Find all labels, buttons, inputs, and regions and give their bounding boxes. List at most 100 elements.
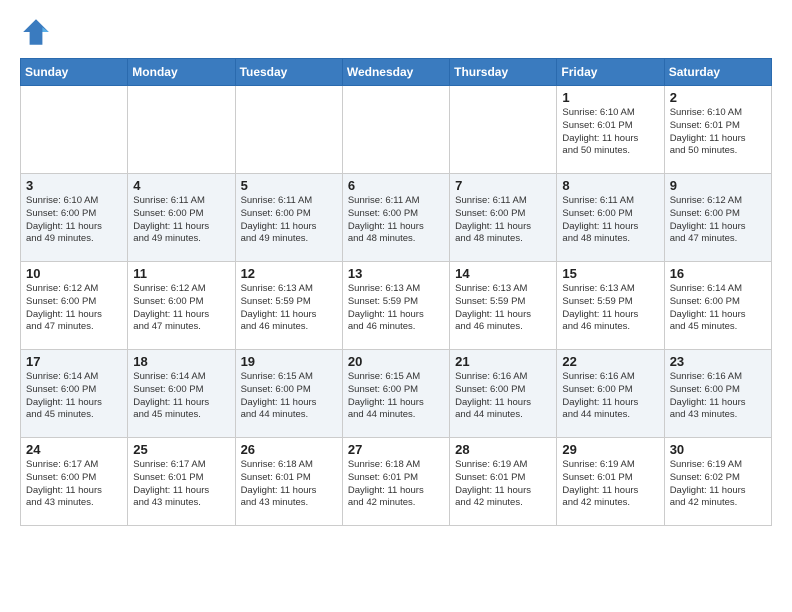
- day-info: Sunrise: 6:13 AM Sunset: 5:59 PM Dayligh…: [348, 283, 444, 334]
- day-info: Sunrise: 6:10 AM Sunset: 6:01 PM Dayligh…: [562, 107, 658, 158]
- day-number: 8: [562, 178, 658, 193]
- day-info: Sunrise: 6:19 AM Sunset: 6:02 PM Dayligh…: [670, 459, 766, 510]
- calendar-table: SundayMondayTuesdayWednesdayThursdayFrid…: [20, 58, 772, 526]
- weekday-header-row: SundayMondayTuesdayWednesdayThursdayFrid…: [21, 59, 772, 86]
- day-number: 30: [670, 442, 766, 457]
- weekday-header-tuesday: Tuesday: [235, 59, 342, 86]
- day-number: 18: [133, 354, 229, 369]
- weekday-header-wednesday: Wednesday: [342, 59, 449, 86]
- weekday-header-friday: Friday: [557, 59, 664, 86]
- page: SundayMondayTuesdayWednesdayThursdayFrid…: [0, 0, 792, 542]
- day-number: 25: [133, 442, 229, 457]
- day-info: Sunrise: 6:19 AM Sunset: 6:01 PM Dayligh…: [562, 459, 658, 510]
- day-info: Sunrise: 6:15 AM Sunset: 6:00 PM Dayligh…: [241, 371, 337, 422]
- day-number: 29: [562, 442, 658, 457]
- day-cell: [235, 86, 342, 174]
- day-cell: 5Sunrise: 6:11 AM Sunset: 6:00 PM Daylig…: [235, 174, 342, 262]
- day-cell: [21, 86, 128, 174]
- day-cell: [128, 86, 235, 174]
- week-row-3: 10 Sunrise: 6:12 AM Sunset: 6:00 PM Dayli…: [21, 262, 772, 350]
- day-info: Sunrise: 6:14 AM Sunset: 6:00 PM Dayligh…: [26, 371, 122, 422]
- day-cell: 10 Sunrise: 6:12 AM Sunset: 6:00 PM Dayli…: [21, 262, 128, 350]
- day-info: Sunrise: 6:11 AM Sunset: 6:00 PM Dayligh…: [455, 195, 551, 246]
- day-info: Sunrise: 6:19 AM Sunset: 6:01 PM Dayligh…: [455, 459, 551, 510]
- day-info: Sunrise: 6:14 AM Sunset: 6:00 PM Dayligh…: [133, 371, 229, 422]
- day-cell: 1 Sunrise: 6:10 AM Sunset: 6:01 PM Daylig…: [557, 86, 664, 174]
- day-number: 24: [26, 442, 122, 457]
- day-number: 17: [26, 354, 122, 369]
- day-cell: 25 Sunrise: 6:17 AM Sunset: 6:01 PM Dayli…: [128, 438, 235, 526]
- header: [20, 16, 772, 48]
- day-info: Sunrise: 6:16 AM Sunset: 6:00 PM Dayligh…: [670, 371, 766, 422]
- day-info: Sunrise: 6:11 AM Sunset: 6:00 PM Dayligh…: [562, 195, 658, 246]
- day-number: 6: [348, 178, 444, 193]
- day-number: 22: [562, 354, 658, 369]
- day-cell: 23 Sunrise: 6:16 AM Sunset: 6:00 PM Dayli…: [664, 350, 771, 438]
- day-number: 21: [455, 354, 551, 369]
- weekday-header-monday: Monday: [128, 59, 235, 86]
- day-number: 14: [455, 266, 551, 281]
- day-info: Sunrise: 6:10 AM Sunset: 6:00 PM Dayligh…: [26, 195, 122, 246]
- day-cell: 19 Sunrise: 6:15 AM Sunset: 6:00 PM Dayli…: [235, 350, 342, 438]
- day-cell: 6 Sunrise: 6:11 AM Sunset: 6:00 PM Daylig…: [342, 174, 449, 262]
- day-cell: 7 Sunrise: 6:11 AM Sunset: 6:00 PM Daylig…: [450, 174, 557, 262]
- week-row-1: 1 Sunrise: 6:10 AM Sunset: 6:01 PM Daylig…: [21, 86, 772, 174]
- day-cell: 22Sunrise: 6:16 AM Sunset: 6:00 PM Dayli…: [557, 350, 664, 438]
- day-cell: 16 Sunrise: 6:14 AM Sunset: 6:00 PM Dayli…: [664, 262, 771, 350]
- day-info: Sunrise: 6:18 AM Sunset: 6:01 PM Dayligh…: [241, 459, 337, 510]
- day-cell: 3 Sunrise: 6:10 AM Sunset: 6:00 PM Daylig…: [21, 174, 128, 262]
- day-number: 9: [670, 178, 766, 193]
- day-number: 23: [670, 354, 766, 369]
- day-info: Sunrise: 6:11 AM Sunset: 6:00 PM Dayligh…: [241, 195, 337, 246]
- day-number: 26: [241, 442, 337, 457]
- day-info: Sunrise: 6:12 AM Sunset: 6:00 PM Dayligh…: [133, 283, 229, 334]
- week-row-2: 3 Sunrise: 6:10 AM Sunset: 6:00 PM Daylig…: [21, 174, 772, 262]
- day-info: Sunrise: 6:12 AM Sunset: 6:00 PM Dayligh…: [26, 283, 122, 334]
- day-info: Sunrise: 6:13 AM Sunset: 5:59 PM Dayligh…: [241, 283, 337, 334]
- day-number: 12: [241, 266, 337, 281]
- day-cell: 29 Sunrise: 6:19 AM Sunset: 6:01 PM Dayli…: [557, 438, 664, 526]
- day-info: Sunrise: 6:11 AM Sunset: 6:00 PM Dayligh…: [348, 195, 444, 246]
- day-info: Sunrise: 6:14 AM Sunset: 6:00 PM Dayligh…: [670, 283, 766, 334]
- day-info: Sunrise: 6:17 AM Sunset: 6:01 PM Dayligh…: [133, 459, 229, 510]
- day-number: 1: [562, 90, 658, 105]
- day-number: 19: [241, 354, 337, 369]
- day-cell: 17 Sunrise: 6:14 AM Sunset: 6:00 PM Dayli…: [21, 350, 128, 438]
- day-number: 11: [133, 266, 229, 281]
- week-row-4: 17 Sunrise: 6:14 AM Sunset: 6:00 PM Dayli…: [21, 350, 772, 438]
- day-info: Sunrise: 6:13 AM Sunset: 5:59 PM Dayligh…: [455, 283, 551, 334]
- day-cell: 11 Sunrise: 6:12 AM Sunset: 6:00 PM Dayli…: [128, 262, 235, 350]
- day-cell: 9 Sunrise: 6:12 AM Sunset: 6:00 PM Daylig…: [664, 174, 771, 262]
- logo: [20, 16, 56, 48]
- day-cell: 12 Sunrise: 6:13 AM Sunset: 5:59 PM Dayli…: [235, 262, 342, 350]
- day-cell: 14 Sunrise: 6:13 AM Sunset: 5:59 PM Dayli…: [450, 262, 557, 350]
- day-number: 28: [455, 442, 551, 457]
- day-cell: 13 Sunrise: 6:13 AM Sunset: 5:59 PM Dayli…: [342, 262, 449, 350]
- day-number: 10: [26, 266, 122, 281]
- day-cell: 28 Sunrise: 6:19 AM Sunset: 6:01 PM Dayli…: [450, 438, 557, 526]
- day-cell: 30 Sunrise: 6:19 AM Sunset: 6:02 PM Dayli…: [664, 438, 771, 526]
- day-info: Sunrise: 6:17 AM Sunset: 6:00 PM Dayligh…: [26, 459, 122, 510]
- day-info: Sunrise: 6:12 AM Sunset: 6:00 PM Dayligh…: [670, 195, 766, 246]
- day-cell: 18 Sunrise: 6:14 AM Sunset: 6:00 PM Dayli…: [128, 350, 235, 438]
- day-cell: 27Sunrise: 6:18 AM Sunset: 6:01 PM Dayli…: [342, 438, 449, 526]
- day-info: Sunrise: 6:15 AM Sunset: 6:00 PM Dayligh…: [348, 371, 444, 422]
- day-number: 20: [348, 354, 444, 369]
- day-cell: 15Sunrise: 6:13 AM Sunset: 5:59 PM Dayli…: [557, 262, 664, 350]
- weekday-header-sunday: Sunday: [21, 59, 128, 86]
- day-number: 4: [133, 178, 229, 193]
- day-number: 3: [26, 178, 122, 193]
- day-info: Sunrise: 6:11 AM Sunset: 6:00 PM Dayligh…: [133, 195, 229, 246]
- day-cell: 24 Sunrise: 6:17 AM Sunset: 6:00 PM Dayli…: [21, 438, 128, 526]
- day-number: 13: [348, 266, 444, 281]
- day-number: 16: [670, 266, 766, 281]
- day-cell: 20 Sunrise: 6:15 AM Sunset: 6:00 PM Dayli…: [342, 350, 449, 438]
- day-cell: 26 Sunrise: 6:18 AM Sunset: 6:01 PM Dayli…: [235, 438, 342, 526]
- day-cell: 2 Sunrise: 6:10 AM Sunset: 6:01 PM Daylig…: [664, 86, 771, 174]
- day-number: 27: [348, 442, 444, 457]
- day-number: 2: [670, 90, 766, 105]
- day-cell: 4 Sunrise: 6:11 AM Sunset: 6:00 PM Daylig…: [128, 174, 235, 262]
- day-info: Sunrise: 6:10 AM Sunset: 6:01 PM Dayligh…: [670, 107, 766, 158]
- day-cell: 8 Sunrise: 6:11 AM Sunset: 6:00 PM Daylig…: [557, 174, 664, 262]
- day-number: 7: [455, 178, 551, 193]
